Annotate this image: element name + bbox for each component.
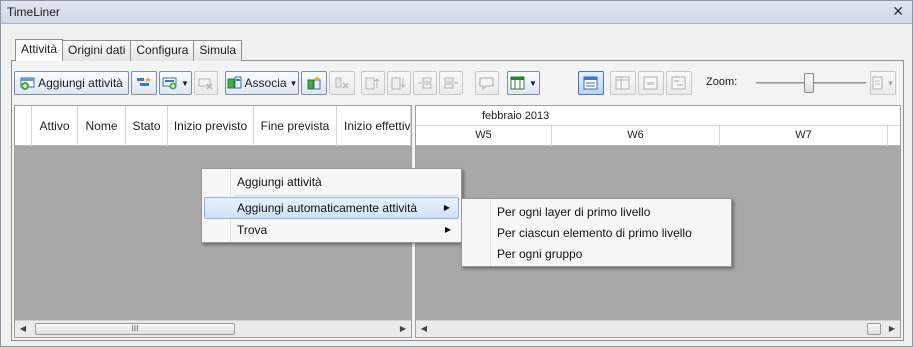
chart-view-icon	[671, 76, 686, 90]
gantt-header: febbraio 2013 W5 W6 W7	[416, 106, 900, 146]
gantt-week-w6: W6	[552, 126, 720, 146]
indent-icon	[418, 77, 432, 89]
gantt-week-w7: W7	[720, 126, 888, 146]
indent-button[interactable]	[413, 71, 437, 95]
title-bar: TimeLiner ✕	[1, 1, 912, 24]
column-header-inizio-previsto[interactable]: Inizio previsto	[168, 106, 254, 146]
detach-icon	[335, 77, 349, 89]
menu-separator	[234, 195, 457, 196]
view-grid-only-button[interactable]	[578, 71, 604, 95]
auto-add-icon	[137, 77, 151, 86]
zoom-label: Zoom:	[706, 76, 738, 88]
menu-item-label: Trova	[237, 223, 268, 237]
detach-button[interactable]	[329, 71, 355, 95]
scroll-left-icon[interactable]: ◀	[416, 322, 432, 336]
scroll-thumb[interactable]: III	[35, 323, 235, 335]
insert-task-icon	[162, 77, 177, 90]
auto-attach-button[interactable]	[301, 71, 327, 95]
toolbar: Aggiungi attività ▼ Associa ▼ ▼ Zoom: ▼	[14, 71, 899, 95]
attach-label: Associa	[244, 76, 287, 90]
split-view-icon	[615, 76, 630, 90]
scroll-right-icon[interactable]: ▶	[395, 322, 411, 336]
submenu-arrow-icon: ▶	[444, 225, 451, 234]
columns-dropdown[interactable]: ▼	[507, 71, 540, 95]
tab-attivita[interactable]: Attività	[15, 39, 64, 61]
move-down-icon	[391, 77, 406, 90]
delete-task-icon	[198, 78, 213, 90]
add-task-icon	[20, 77, 35, 90]
outdent-icon	[444, 77, 458, 89]
gantt-hscrollbar[interactable]: ◀ ▶	[416, 320, 900, 337]
page-settings-icon	[872, 76, 883, 90]
chevron-down-icon: ▼	[289, 78, 298, 88]
comment-button[interactable]	[475, 71, 499, 95]
insert-task-dropdown[interactable]: ▼	[159, 71, 192, 95]
window-title: TimeLiner	[7, 5, 60, 19]
tab-configura[interactable]: Configura	[130, 40, 195, 61]
submenu-item-per-top-layer[interactable]: Per ogni layer di primo livello	[464, 201, 729, 223]
column-header-stato[interactable]: Stato	[126, 106, 168, 146]
row-selector-header	[15, 106, 32, 146]
delete-task-button[interactable]	[194, 71, 218, 95]
menu-item-label: Per ogni gruppo	[497, 247, 583, 261]
task-grid-header: Attivo Nome Stato Inizio previsto Fine p…	[15, 106, 411, 146]
menu-item-label: Per ciascun elemento di primo livello	[497, 226, 692, 240]
close-icon[interactable]: ✕	[892, 3, 904, 20]
auto-add-tasks-button[interactable]	[131, 71, 157, 95]
menu-item-add-task[interactable]: Aggiungi attività	[204, 171, 459, 193]
timeliner-window: TimeLiner ✕ Attività Origini dati Config…	[0, 0, 913, 347]
chevron-down-icon: ▼	[181, 78, 189, 88]
add-task-button[interactable]: Aggiungi attività	[14, 71, 129, 95]
move-up-icon	[365, 77, 380, 90]
submenu-item-per-group[interactable]: Per ogni gruppo	[464, 243, 729, 265]
tab-simula[interactable]: Simula	[193, 40, 243, 61]
chevron-down-icon: ▼	[886, 78, 895, 88]
move-down-button[interactable]	[387, 71, 411, 95]
menu-item-auto-add-tasks[interactable]: Aggiungi automaticamente attività ▶	[204, 197, 459, 219]
scroll-left-icon[interactable]: ◀	[15, 322, 31, 336]
menu-item-label: Aggiungi attività	[237, 175, 322, 189]
attach-icon	[227, 76, 242, 89]
tab-origini-dati[interactable]: Origini dati	[62, 40, 132, 61]
add-task-label: Aggiungi attività	[38, 76, 123, 90]
column-header-fine-prevista[interactable]: Fine prevista	[254, 106, 337, 146]
attach-button[interactable]: Associa ▼	[225, 71, 299, 95]
gantt-scroll-thumb[interactable]	[867, 323, 881, 335]
submenu-item-per-top-item[interactable]: Per ciascun elemento di primo livello	[464, 222, 729, 244]
scroll-right-icon[interactable]: ▶	[884, 322, 900, 336]
gantt-month-label: febbraio 2013	[482, 110, 550, 122]
menu-item-find[interactable]: Trova ▶	[204, 219, 459, 241]
view-gantt-chart-button[interactable]	[666, 71, 692, 95]
outdent-button[interactable]	[439, 71, 463, 95]
gantt-week-w5: W5	[416, 126, 552, 146]
tab-strip: Attività Origini dati Configura Simula	[15, 39, 243, 61]
submenu-arrow-icon: ▶	[443, 203, 450, 212]
auto-attach-icon	[307, 76, 321, 90]
column-header-inizio-effettivo[interactable]: Inizio effettivo	[337, 106, 411, 146]
view-gantt-only-button[interactable]	[638, 71, 664, 95]
comment-icon	[479, 77, 494, 90]
grid-view-icon	[583, 76, 598, 90]
menu-item-label: Per ogni layer di primo livello	[497, 205, 651, 219]
column-header-nome[interactable]: Nome	[78, 106, 126, 146]
chevron-down-icon: ▼	[529, 78, 537, 88]
zoom-slider-thumb[interactable]	[804, 73, 814, 93]
zoom-options-dropdown[interactable]: ▼	[870, 71, 896, 95]
auto-add-submenu: Per ogni layer di primo livello Per cias…	[461, 198, 732, 267]
gantt-month-row: febbraio 2013	[416, 106, 900, 126]
menu-item-label: Aggiungi automaticamente attività	[237, 201, 418, 215]
task-grid-hscrollbar[interactable]: ◀ III ▶	[15, 320, 411, 337]
columns-icon	[510, 76, 525, 90]
view-both-button[interactable]	[610, 71, 636, 95]
move-up-button[interactable]	[361, 71, 385, 95]
column-header-attivo[interactable]: Attivo	[32, 106, 78, 146]
gantt-view-icon	[643, 76, 658, 90]
context-menu: Aggiungi attività Aggiungi automaticamen…	[201, 168, 462, 243]
